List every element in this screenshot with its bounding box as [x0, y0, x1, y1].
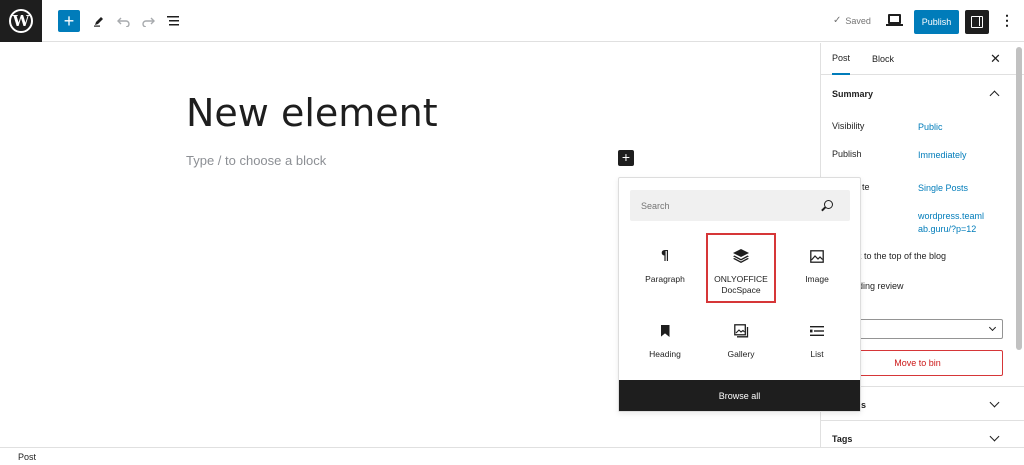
- block-list[interactable]: List: [782, 308, 852, 378]
- publish-label: Publish: [832, 149, 862, 159]
- list-view-icon: [167, 16, 179, 26]
- visibility-value[interactable]: Public: [918, 121, 943, 134]
- image-icon: [808, 247, 826, 265]
- sidebar-tabs: Post Block ✕: [821, 43, 1024, 75]
- chevron-down-icon: [988, 323, 997, 332]
- summary-title: Summary: [832, 89, 874, 99]
- inserter-search: [630, 190, 850, 221]
- block-image[interactable]: Image: [782, 233, 852, 303]
- block-label: Image: [805, 274, 829, 284]
- wordpress-logo-icon: W: [9, 9, 33, 33]
- settings-toggle-button[interactable]: [965, 10, 989, 34]
- sidebar-scrollbar[interactable]: [1016, 47, 1022, 350]
- more-options-icon[interactable]: ⋮: [1000, 12, 1014, 29]
- editor-footer: Post: [0, 447, 1024, 465]
- paragraph-icon: ¶: [660, 248, 670, 264]
- tab-post[interactable]: Post: [832, 43, 851, 75]
- sticky-label: tick to the top of the blog: [848, 251, 947, 261]
- block-onlyoffice-docspace[interactable]: ONLYOFFICE DocSpace: [706, 233, 776, 303]
- publish-row: Publish Immediately: [832, 149, 967, 160]
- editor-header: W + ✓ Saved Publish ⋮: [0, 0, 1024, 42]
- browse-all-button[interactable]: Browse all: [619, 380, 860, 411]
- redo-icon: [142, 17, 155, 27]
- block-placeholder[interactable]: Type / to choose a block: [186, 153, 326, 168]
- post-title[interactable]: New element: [186, 91, 438, 135]
- publish-button[interactable]: Publish: [914, 10, 959, 34]
- sticky-row[interactable]: tick to the top of the blog: [848, 251, 946, 261]
- undo-icon: [117, 17, 130, 27]
- saved-label: Saved: [845, 15, 871, 26]
- close-icon[interactable]: ✕: [990, 51, 1001, 67]
- saved-status: ✓ Saved: [833, 15, 871, 26]
- pencil-icon: [94, 17, 103, 27]
- document-overview-button[interactable]: [162, 10, 184, 32]
- check-icon: ✓: [833, 15, 842, 26]
- add-block-button[interactable]: +: [58, 10, 80, 32]
- gallery-icon: [732, 322, 750, 340]
- breadcrumb[interactable]: Post: [18, 452, 36, 462]
- list-icon: [808, 322, 826, 340]
- template-label: te: [862, 182, 870, 192]
- chevron-down-icon: [989, 397, 1000, 408]
- block-label: Gallery: [727, 349, 755, 359]
- undo-button[interactable]: [113, 10, 135, 32]
- inserter-search-input[interactable]: [630, 190, 820, 221]
- summary-panel-toggle[interactable]: Summary: [821, 75, 1024, 113]
- publish-value[interactable]: Immediately: [918, 149, 967, 162]
- redo-button[interactable]: [137, 10, 159, 32]
- bookmark-icon: [656, 322, 674, 340]
- inline-add-block-button[interactable]: +: [618, 150, 634, 166]
- block-heading[interactable]: Heading: [630, 308, 700, 378]
- visibility-row: Visibility Public: [832, 121, 943, 132]
- block-inserter-popover: ¶ Paragraph ONLYOFFICE DocSpace Image He…: [618, 177, 861, 412]
- visibility-label: Visibility: [832, 121, 865, 131]
- template-value[interactable]: Single Posts: [918, 182, 968, 195]
- block-label: Heading: [649, 349, 681, 359]
- tools-button[interactable]: [88, 10, 110, 32]
- tags-title: Tags: [832, 434, 853, 444]
- tab-block[interactable]: Block: [872, 43, 894, 75]
- layers-icon: [732, 247, 750, 265]
- wordpress-logo-button[interactable]: W: [0, 0, 42, 42]
- search-icon[interactable]: [824, 200, 833, 209]
- url-value[interactable]: wordpress.teamlab.guru/?p=12: [918, 210, 988, 236]
- block-paragraph[interactable]: ¶ Paragraph: [630, 233, 700, 303]
- chevron-up-icon: [989, 90, 1000, 101]
- block-label: Paragraph: [645, 274, 685, 284]
- chevron-down-icon: [989, 431, 1000, 442]
- block-label: List: [810, 349, 824, 359]
- block-gallery[interactable]: Gallery: [706, 308, 776, 378]
- sidebar-icon: [971, 16, 983, 28]
- preview-button[interactable]: [886, 14, 903, 26]
- block-label: ONLYOFFICE DocSpace: [714, 274, 768, 295]
